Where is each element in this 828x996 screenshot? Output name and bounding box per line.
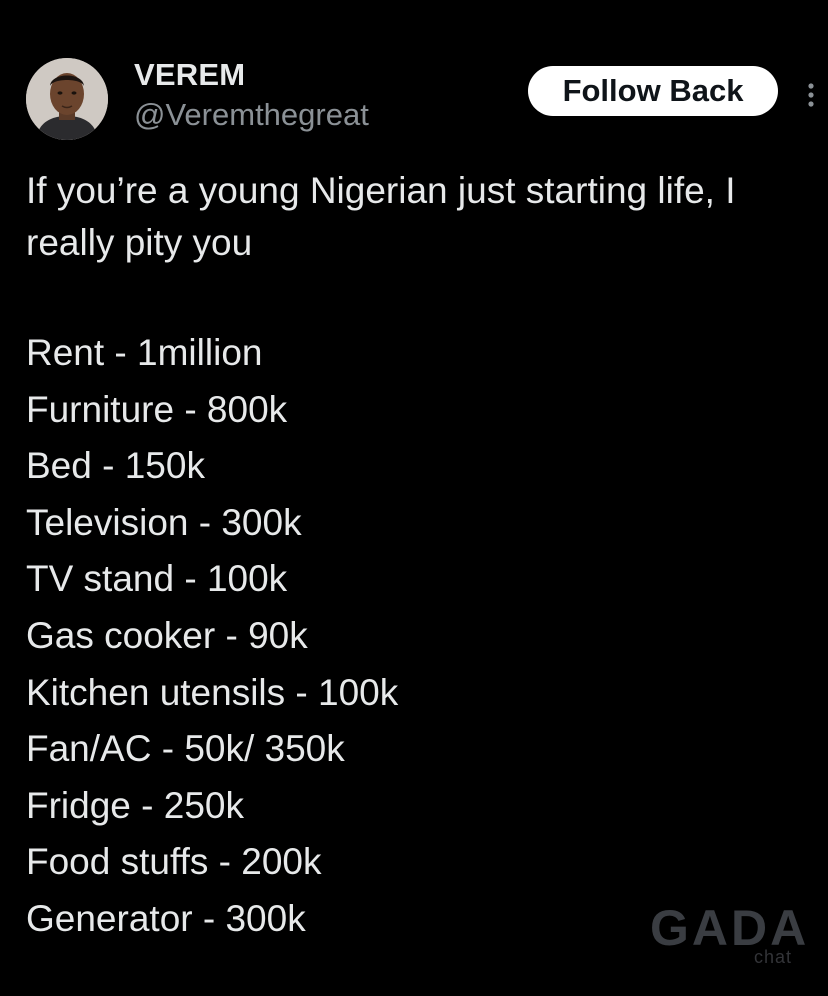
display-name[interactable]: VEREM [134,58,369,92]
expense-list: Rent - 1million Furniture - 800k Bed - 1… [26,325,806,948]
avatar[interactable] [26,58,108,140]
tweet-header: VEREM @Veremthegreat Follow Back [26,58,816,142]
more-vertical-icon [808,83,814,107]
expense-item-gas-cooker: Gas cooker - 90k [26,614,308,656]
user-info: VEREM @Veremthegreat [134,58,369,134]
expense-item-bed: Bed - 150k [26,445,205,487]
follow-back-button[interactable]: Follow Back [528,66,778,116]
expense-item-kitchen-utensils: Kitchen utensils - 100k [26,671,399,713]
expense-item-food-stuffs: Food stuffs - 200k [26,841,322,883]
expense-item-tv-stand: TV stand - 100k [26,558,288,600]
expense-item-rent: Rent - 1million [26,332,263,373]
user-avatar-icon [26,58,108,140]
more-options-button[interactable] [796,74,826,114]
gada-watermark: GADA chat [650,900,810,973]
user-handle[interactable]: @Veremthegreat [134,96,369,134]
expense-item-fridge: Fridge - 250k [26,784,244,826]
watermark-sub: chat [753,947,792,967]
tweet-intro: If you’re a young Nigerian just starting… [26,170,736,263]
expense-item-fan-ac: Fan/AC - 50k/ 350k [26,728,345,770]
tweet-text: If you’re a young Nigerian just starting… [26,165,806,948]
expense-item-television: Television - 300k [26,501,302,543]
watermark-main: GADA [650,900,810,956]
expense-item-furniture: Furniture - 800k [26,388,288,430]
